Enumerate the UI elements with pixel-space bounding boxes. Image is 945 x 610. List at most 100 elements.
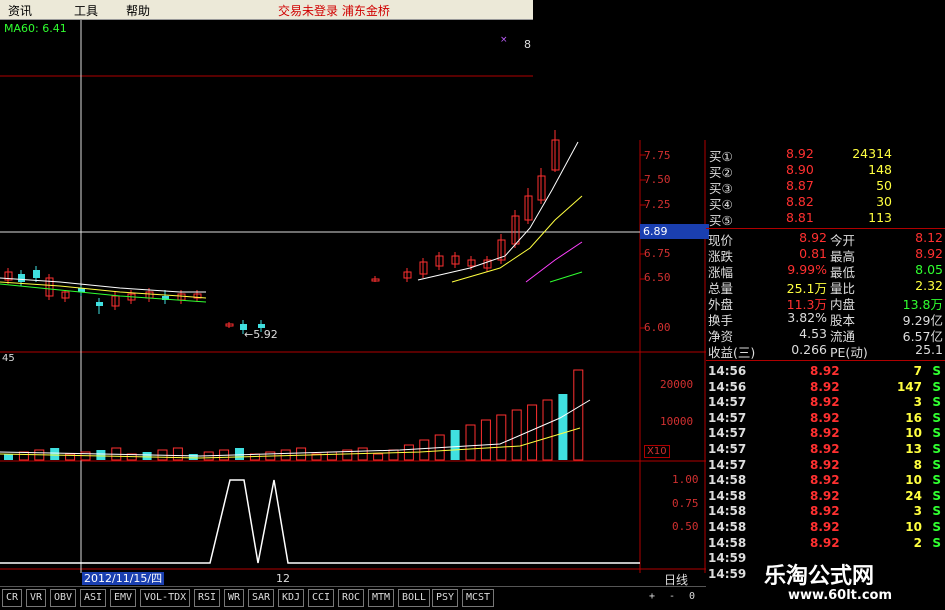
price-tick-label: 6.75 bbox=[644, 247, 671, 260]
tick-time: 14:58 bbox=[708, 520, 747, 534]
order-price: 8.82 bbox=[786, 194, 814, 209]
volume-bar bbox=[142, 452, 152, 460]
order-volume: 30 bbox=[876, 194, 892, 209]
menu-item-info[interactable]: 资讯 bbox=[8, 2, 32, 19]
tick-row: 14:57 8.92 3 S bbox=[706, 395, 945, 410]
tab-boll[interactable]: BOLL bbox=[398, 589, 431, 607]
stat-key: PE(动) bbox=[830, 345, 868, 360]
volume-bar bbox=[527, 404, 538, 461]
volume-tick-label: 20000 bbox=[660, 378, 694, 391]
stat-value: 8.05 bbox=[915, 262, 943, 277]
tab-psy[interactable]: PSY bbox=[432, 589, 459, 607]
panel-divider bbox=[706, 360, 945, 361]
watermark-title: 乐淘公式网 bbox=[764, 563, 875, 589]
osc-tick-label: 1.00 bbox=[672, 473, 699, 486]
tab-kdj[interactable]: KDJ bbox=[278, 589, 305, 607]
stat-row: 换手 3.82% 股本 9.29亿 bbox=[706, 310, 945, 328]
tab-sar[interactable]: SAR bbox=[248, 589, 275, 607]
tick-time: 14:59 bbox=[708, 551, 747, 566]
stat-value: 9.99% bbox=[787, 262, 827, 277]
tab-cr[interactable]: CR bbox=[2, 589, 23, 607]
tab-asi[interactable]: ASI bbox=[80, 589, 107, 607]
order-label: 买⑤ bbox=[709, 213, 733, 228]
tab-vr[interactable]: VR bbox=[26, 589, 47, 607]
tick-side: S bbox=[932, 473, 941, 488]
volume-bar bbox=[542, 399, 553, 461]
volume-bar bbox=[373, 453, 384, 461]
tab-vol-tdx[interactable]: VOL-TDX bbox=[140, 589, 191, 607]
tick-price: 8.92 bbox=[810, 535, 840, 550]
tick-side: S bbox=[932, 520, 941, 534]
tick-row: 14:58 8.92 10 S bbox=[706, 520, 945, 535]
tick-price: 8.92 bbox=[810, 379, 840, 394]
tick-time: 14:57 bbox=[708, 410, 747, 425]
tick-volume: 3 bbox=[913, 395, 922, 410]
volume-bar bbox=[326, 451, 337, 461]
ma-line-yellow bbox=[0, 281, 207, 299]
tick-row: 14:57 8.92 10 S bbox=[706, 426, 945, 441]
tab-wr[interactable]: WR bbox=[224, 589, 245, 607]
tab-mcst[interactable]: MCST bbox=[462, 589, 495, 607]
order-book-row: 买⑤ 8.81 113 bbox=[706, 210, 945, 228]
volume-unit-badge: X10 bbox=[644, 445, 670, 458]
price-tick-label: 6.00 bbox=[644, 321, 671, 334]
order-volume: 50 bbox=[876, 178, 892, 193]
order-book-row: 买③ 8.87 50 bbox=[706, 178, 945, 196]
tick-price: 8.92 bbox=[810, 520, 840, 534]
tab-mtm[interactable]: MTM bbox=[368, 589, 395, 607]
tab-control-button[interactable]: + bbox=[646, 589, 658, 605]
stat-value: 2.32 bbox=[915, 278, 943, 293]
tick-row: 14:56 8.92 7 S bbox=[706, 364, 945, 379]
tick-volume: 24 bbox=[905, 488, 922, 503]
volume-bar bbox=[4, 454, 13, 460]
volume-bar bbox=[419, 439, 430, 461]
tick-time: 14:59 bbox=[708, 566, 747, 581]
tick-price: 8.92 bbox=[810, 473, 840, 488]
stat-value: 8.92 bbox=[799, 230, 827, 245]
tick-volume: 13 bbox=[905, 442, 922, 456]
stat-value: 0.266 bbox=[791, 342, 827, 357]
stat-row: 总量 25.1万 量比 2.32 bbox=[706, 278, 945, 296]
menu-item-help[interactable]: 帮助 bbox=[126, 2, 150, 19]
stat-value: 8.12 bbox=[915, 230, 943, 245]
tick-price: 8.92 bbox=[810, 364, 840, 378]
tab-emv[interactable]: EMV bbox=[110, 589, 137, 607]
tab-roc[interactable]: ROC bbox=[338, 589, 365, 607]
tab-control-button[interactable]: 0 bbox=[686, 589, 698, 605]
tick-side: S bbox=[932, 410, 941, 425]
tab-obv[interactable]: OBV bbox=[50, 589, 77, 607]
tick-time: 14:57 bbox=[708, 395, 747, 410]
tick-volume: 16 bbox=[905, 410, 922, 425]
tick-row: 14:58 8.92 10 S bbox=[706, 473, 945, 488]
volume-bar bbox=[96, 450, 106, 460]
tick-price: 8.92 bbox=[810, 410, 840, 425]
tab-cci[interactable]: CCI bbox=[308, 589, 335, 607]
tab-control-button[interactable]: - bbox=[666, 589, 678, 605]
order-price: 8.81 bbox=[786, 210, 814, 225]
tick-row: 14:57 8.92 8 S bbox=[706, 458, 945, 473]
tick-price: 8.92 bbox=[810, 426, 840, 441]
candle-body bbox=[96, 302, 103, 306]
tick-volume: 3 bbox=[913, 504, 922, 519]
osc-tick-label: 0.50 bbox=[672, 520, 699, 533]
tick-price: 8.92 bbox=[810, 442, 840, 456]
kline-chart[interactable]: MA60: 6.41 8 × bbox=[0, 20, 706, 573]
tick-side: S bbox=[932, 379, 941, 394]
volume-bar bbox=[188, 454, 198, 460]
tick-volume: 2 bbox=[913, 535, 922, 550]
menu-item-tools[interactable]: 工具 bbox=[74, 2, 98, 19]
stat-key: 收益(三) bbox=[708, 345, 756, 360]
tick-side: S bbox=[932, 426, 941, 441]
order-book-row: 买② 8.90 148 bbox=[706, 162, 945, 180]
tick-time: 14:58 bbox=[708, 504, 747, 519]
tick-row: 14:58 8.92 24 S bbox=[706, 489, 945, 504]
chart-canvas bbox=[0, 20, 706, 573]
volume-bar bbox=[573, 369, 584, 461]
tick-price: 8.92 bbox=[810, 504, 840, 519]
stat-value: 4.53 bbox=[799, 326, 827, 341]
ma-line-magenta bbox=[525, 241, 583, 283]
tab-rsi[interactable]: RSI bbox=[194, 589, 221, 607]
order-price: 8.87 bbox=[786, 178, 814, 193]
volume-tick-label: 10000 bbox=[660, 415, 694, 428]
oscillator-line bbox=[0, 479, 640, 564]
